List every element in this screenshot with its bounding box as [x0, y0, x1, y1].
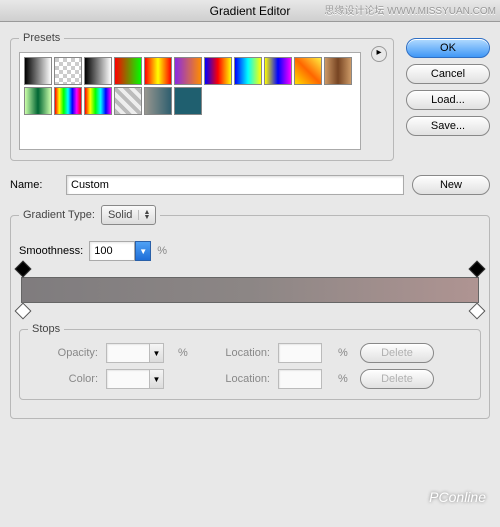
preset-swatch-4[interactable] — [144, 57, 172, 85]
preset-swatch-6[interactable] — [204, 57, 232, 85]
preset-swatch-12[interactable] — [54, 87, 82, 115]
stops-group: Stops Opacity: ▼ % Location: % Delete Co… — [19, 323, 481, 400]
smoothness-label: Smoothness: — [19, 245, 83, 257]
gradient-type-select[interactable]: Solid ▲▼ — [101, 205, 156, 225]
preset-swatch-3[interactable] — [114, 57, 142, 85]
preset-swatch-0[interactable] — [24, 57, 52, 85]
watermark-logo: PConline — [429, 489, 486, 505]
presets-list — [19, 52, 361, 150]
opacity-location-unit: % — [338, 347, 352, 359]
gradient-type-legend: Gradient Type: — [23, 209, 95, 221]
preset-swatch-8[interactable] — [264, 57, 292, 85]
smoothness-dropdown-icon[interactable]: ▼ — [135, 241, 151, 261]
ok-button[interactable]: OK — [406, 38, 490, 58]
opacity-stop-left[interactable] — [15, 261, 32, 278]
name-input[interactable] — [66, 175, 404, 195]
color-stop-left[interactable] — [15, 303, 32, 320]
presets-legend: Presets — [19, 32, 64, 44]
opacity-location-label: Location: — [200, 347, 270, 359]
delete-opacity-button[interactable]: Delete — [360, 343, 434, 363]
watermark-text: 思缘设计论坛 WWW.MISSYUAN.COM — [324, 2, 496, 17]
color-location-input[interactable] — [278, 369, 322, 389]
preset-swatch-9[interactable] — [294, 57, 322, 85]
color-location-unit: % — [338, 373, 352, 385]
preset-swatch-14[interactable] — [114, 87, 142, 115]
updown-arrows-icon: ▲▼ — [138, 210, 151, 220]
preset-swatch-10[interactable] — [324, 57, 352, 85]
preset-swatch-16[interactable] — [174, 87, 202, 115]
gradient-editor-area[interactable] — [21, 277, 479, 303]
opacity-input[interactable] — [106, 343, 150, 363]
gradient-bar[interactable] — [21, 277, 479, 303]
smoothness-input[interactable] — [89, 241, 135, 261]
preset-swatch-1[interactable] — [54, 57, 82, 85]
color-swatch-input[interactable] — [106, 369, 150, 389]
new-button[interactable]: New — [412, 175, 490, 195]
presets-flyout-icon[interactable]: ▸ — [371, 46, 387, 62]
delete-color-button[interactable]: Delete — [360, 369, 434, 389]
preset-swatch-13[interactable] — [84, 87, 112, 115]
preset-swatch-5[interactable] — [174, 57, 202, 85]
load-button[interactable]: Load... — [406, 90, 490, 110]
opacity-label: Opacity: — [28, 347, 98, 359]
preset-swatch-2[interactable] — [84, 57, 112, 85]
name-label: Name: — [10, 179, 58, 191]
preset-swatch-11[interactable] — [24, 87, 52, 115]
color-location-label: Location: — [200, 373, 270, 385]
preset-swatch-7[interactable] — [234, 57, 262, 85]
opacity-stop-right[interactable] — [469, 261, 486, 278]
smoothness-unit: % — [157, 245, 167, 257]
opacity-location-input[interactable] — [278, 343, 322, 363]
color-stop-right[interactable] — [469, 303, 486, 320]
color-dropdown-icon[interactable]: ▼ — [150, 369, 164, 389]
save-button[interactable]: Save... — [406, 116, 490, 136]
presets-group: Presets ▸ — [10, 32, 394, 161]
gradient-type-group: Gradient Type: Solid ▲▼ Smoothness: ▼ % — [10, 205, 490, 419]
gradient-type-value: Solid — [108, 209, 132, 221]
cancel-button[interactable]: Cancel — [406, 64, 490, 84]
color-label: Color: — [28, 373, 98, 385]
opacity-unit: % — [178, 347, 192, 359]
preset-swatch-15[interactable] — [144, 87, 172, 115]
opacity-dropdown-icon[interactable]: ▼ — [150, 343, 164, 363]
stops-legend: Stops — [28, 323, 64, 335]
